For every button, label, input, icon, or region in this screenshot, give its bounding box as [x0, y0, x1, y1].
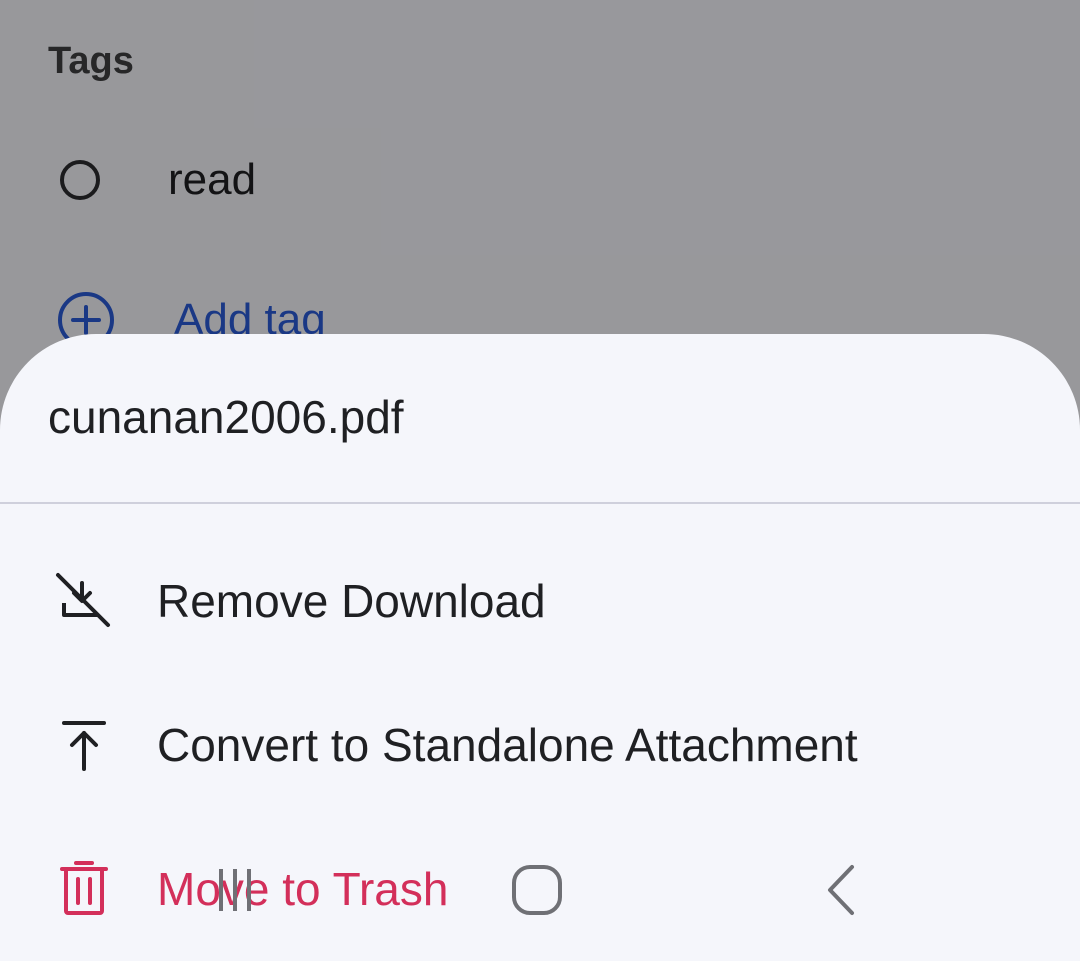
back-icon — [820, 863, 860, 917]
recents-button[interactable] — [200, 860, 270, 920]
screen: Tags read Add tag cunanan2006.pdf Remove… — [0, 0, 1080, 961]
download-off-icon — [52, 569, 116, 633]
home-icon — [510, 863, 564, 917]
back-button[interactable] — [810, 860, 870, 920]
home-button[interactable] — [505, 860, 569, 920]
remove-download-label: Remove Download — [157, 575, 546, 627]
sheet-title: cunanan2006.pdf — [48, 391, 404, 443]
remove-download-button[interactable]: Remove Download — [0, 546, 1080, 656]
trash-icon — [52, 857, 116, 921]
convert-to-standalone-button[interactable]: Convert to Standalone Attachment — [0, 690, 1080, 800]
convert-to-standalone-label: Convert to Standalone Attachment — [157, 719, 858, 771]
recents-icon — [205, 865, 265, 915]
divider — [0, 502, 1080, 504]
upload-to-top-icon — [52, 713, 116, 777]
